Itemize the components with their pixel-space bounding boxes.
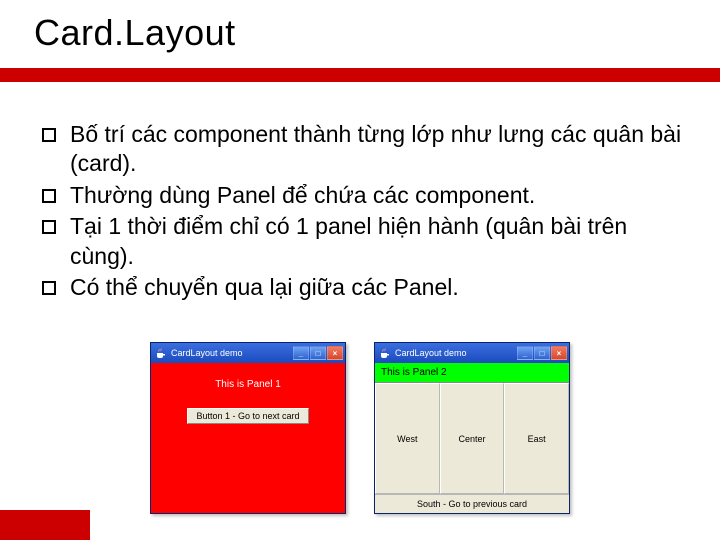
- window-controls: _ □ ×: [517, 346, 567, 360]
- list-item: Bố trí các component thành từng lớp như …: [42, 120, 682, 179]
- maximize-button[interactable]: □: [310, 346, 326, 360]
- window-titlebar: CardLayout demo _ □ ×: [151, 343, 345, 363]
- bullet-text: Thường dùng Panel để chứa các component.: [70, 181, 682, 210]
- minimize-button[interactable]: _: [517, 346, 533, 360]
- list-item: Tại 1 thời điểm chỉ có 1 panel hiện hành…: [42, 212, 682, 271]
- bullet-list: Bố trí các component thành từng lớp như …: [42, 120, 682, 305]
- bullet-box-icon: [42, 128, 56, 142]
- card-panel-2: This is Panel 2 West Center East South -…: [375, 363, 569, 513]
- java-cup-icon: [155, 347, 167, 359]
- previous-card-button[interactable]: South - Go to previous card: [375, 494, 569, 513]
- bullet-text: Bố trí các component thành từng lớp như …: [70, 120, 682, 179]
- bullet-box-icon: [42, 281, 56, 295]
- close-button[interactable]: ×: [327, 346, 343, 360]
- window-title: CardLayout demo: [171, 348, 293, 358]
- window-controls: _ □ ×: [293, 346, 343, 360]
- center-button[interactable]: Center: [440, 383, 505, 494]
- panel1-label: This is Panel 1: [215, 379, 281, 390]
- window-titlebar: CardLayout demo _ □ ×: [375, 343, 569, 363]
- demo-window-panel2: CardLayout demo _ □ × This is Panel 2 We…: [374, 342, 570, 514]
- list-item: Thường dùng Panel để chứa các component.: [42, 181, 682, 210]
- panel2-north-label: This is Panel 2: [375, 363, 569, 383]
- demo-window-panel1: CardLayout demo _ □ × This is Panel 1 Bu…: [150, 342, 346, 514]
- bullet-box-icon: [42, 189, 56, 203]
- next-card-button[interactable]: Button 1 - Go to next card: [187, 408, 308, 424]
- window-title: CardLayout demo: [395, 348, 517, 358]
- demo-screenshots: CardLayout demo _ □ × This is Panel 1 Bu…: [150, 342, 570, 514]
- close-button[interactable]: ×: [551, 346, 567, 360]
- bullet-text: Tại 1 thời điểm chỉ có 1 panel hiện hành…: [70, 212, 682, 271]
- bullet-box-icon: [42, 220, 56, 234]
- slide-corner-decoration: [0, 510, 90, 540]
- maximize-button[interactable]: □: [534, 346, 550, 360]
- java-cup-icon: [379, 347, 391, 359]
- bullet-text: Có thể chuyển qua lại giữa các Panel.: [70, 273, 682, 302]
- slide-title: Card.Layout: [34, 12, 236, 54]
- title-underline: [0, 68, 720, 82]
- list-item: Có thể chuyển qua lại giữa các Panel.: [42, 273, 682, 302]
- card-panel-1: This is Panel 1 Button 1 - Go to next ca…: [151, 363, 345, 513]
- west-button[interactable]: West: [375, 383, 440, 494]
- minimize-button[interactable]: _: [293, 346, 309, 360]
- borderlayout-grid: West Center East: [375, 383, 569, 494]
- east-button[interactable]: East: [504, 383, 569, 494]
